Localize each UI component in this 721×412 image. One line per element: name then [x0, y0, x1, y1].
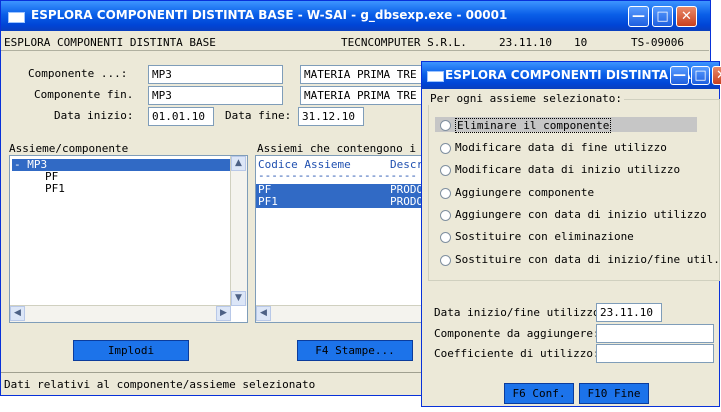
tree-item-pf[interactable]: PF — [10, 171, 231, 183]
scroll-down-icon[interactable]: ▼ — [231, 291, 246, 306]
data-inizio-label: Data inizio: — [54, 109, 134, 122]
tree-item-pf1[interactable]: PF1 — [10, 183, 231, 195]
stampe-button[interactable]: F4 Stampe... — [297, 340, 413, 361]
fine-button[interactable]: F10 Fine — [579, 383, 649, 404]
option-aggiungere-data[interactable]: Aggiungere con data di inizio utilizzo — [435, 207, 707, 222]
radio-icon[interactable] — [440, 232, 451, 243]
componente-fin-desc: MATERIA PRIMA TRE — [300, 86, 430, 105]
conf-button[interactable]: F6 Conf. — [504, 383, 574, 404]
option-eliminare[interactable]: Eliminare il componente — [435, 117, 697, 133]
option-label: Modificare data di fine utilizzo — [455, 141, 667, 154]
assiemi-list[interactable]: Codice Assieme Descr -------------------… — [255, 155, 425, 323]
assiemi-label: Assiemi che contengono i — [257, 142, 416, 155]
tree-label: Assieme/componente — [9, 142, 129, 155]
header-code: TS-09006 — [631, 36, 684, 49]
radio-icon[interactable] — [440, 188, 451, 199]
program-name: ESPLORA COMPONENTI DISTINTA BASE — [4, 36, 216, 49]
implodi-button[interactable]: Implodi — [73, 340, 189, 361]
assiemi-row-desc: PRODO — [390, 195, 424, 208]
coefficiente-label: Coefficiente di utilizzo: — [434, 347, 600, 360]
close-icon[interactable]: ✕ — [712, 66, 721, 85]
data-utilizzo-input[interactable]: 23.11.10 — [596, 303, 662, 322]
maximize-icon[interactable]: □ — [652, 6, 673, 27]
assiemi-separator: ------------------------ — [258, 169, 417, 182]
option-aggiungere[interactable]: Aggiungere componente — [435, 185, 697, 200]
company-name: TECNCOMPUTER S.R.L. — [341, 36, 467, 49]
group-label: Per ogni assieme selezionato: — [428, 92, 625, 105]
data-fine-label: Data fine: — [225, 109, 292, 122]
componente-label: Componente ...: — [28, 67, 128, 80]
option-label: Sostituire con eliminazione — [455, 230, 634, 243]
componente-fin-label: Componente fin. — [34, 88, 134, 101]
main-titlebar[interactable]: ESPLORA COMPONENTI DISTINTA BASE - W-SAI… — [1, 1, 710, 31]
options-group: Per ogni assieme selezionato: Eliminare … — [428, 92, 720, 281]
option-label: Aggiungere con data di inizio utilizzo — [455, 208, 707, 221]
window-icon — [427, 71, 444, 82]
option-sostituire[interactable]: Sostituire con eliminazione — [435, 229, 697, 244]
options-dialog: ESPLORA COMPONENTI DISTINTA BASE ... — □… — [421, 61, 721, 407]
option-label: Modificare data di inizio utilizzo — [455, 163, 681, 176]
radio-icon[interactable] — [440, 210, 451, 221]
radio-icon[interactable] — [440, 255, 451, 266]
scroll-up-icon[interactable]: ▲ — [231, 156, 246, 171]
componente-aggiungere-label: Componente da aggiungere: — [434, 327, 600, 340]
assiemi-row-code: PF1 — [258, 195, 278, 208]
componente-aggiungere-input[interactable] — [596, 324, 714, 343]
assiemi-row[interactable]: PF1 PRODO — [256, 196, 424, 208]
coefficiente-input[interactable] — [596, 344, 714, 363]
minimize-icon[interactable]: — — [628, 6, 649, 27]
window-title: ESPLORA COMPONENTI DISTINTA BASE - W-SAI… — [31, 8, 508, 22]
minimize-icon[interactable]: — — [670, 66, 689, 85]
window-icon — [8, 12, 25, 23]
assieme-tree[interactable]: - MP3 PF PF1 ▲ ▼ ◀ ▶ — [9, 155, 248, 323]
header-bar: ESPLORA COMPONENTI DISTINTA BASE TECNCOM… — [1, 36, 709, 51]
option-modifica-fine[interactable]: Modificare data di fine utilizzo — [435, 140, 697, 155]
data-fine-input[interactable]: 31.12.10 — [298, 107, 364, 126]
componente-fin-input[interactable]: MP3 — [148, 86, 283, 105]
maximize-icon[interactable]: □ — [691, 66, 710, 85]
option-sostituire-data[interactable]: Sostituire con data di inizio/fine util. — [435, 252, 720, 267]
scroll-right-icon[interactable]: ▶ — [216, 306, 231, 321]
option-modifica-inizio[interactable]: Modificare data di inizio utilizzo — [435, 162, 697, 177]
data-inizio-input[interactable]: 01.01.10 — [148, 107, 214, 126]
tree-horizontal-scrollbar[interactable]: ◀ ▶ — [10, 305, 231, 322]
close-icon[interactable]: ✕ — [676, 6, 697, 27]
option-label: Aggiungere componente — [455, 186, 595, 199]
data-utilizzo-label: Data inizio/fine utilizzo: — [434, 306, 607, 319]
radio-icon[interactable] — [440, 143, 451, 154]
header-date: 23.11.10 — [499, 36, 552, 49]
tree-vertical-scrollbar[interactable]: ▲ ▼ — [230, 156, 247, 306]
header-number: 10 — [574, 36, 588, 49]
dialog-titlebar[interactable]: ESPLORA COMPONENTI DISTINTA BASE ... — □… — [422, 62, 721, 89]
option-label: Sostituire con data di inizio/fine util. — [455, 253, 720, 266]
componente-input[interactable]: MP3 — [148, 65, 283, 84]
option-label: Eliminare il componente — [455, 118, 612, 133]
radio-icon[interactable] — [440, 165, 451, 176]
assiemi-horizontal-scrollbar[interactable]: ◀ — [256, 305, 424, 322]
scroll-left-icon[interactable]: ◀ — [10, 306, 25, 321]
scroll-left-icon[interactable]: ◀ — [256, 306, 271, 321]
radio-icon[interactable] — [440, 120, 451, 131]
status-text: Dati relativi al componente/assieme sele… — [4, 378, 316, 391]
componente-desc: MATERIA PRIMA TRE — [300, 65, 430, 84]
